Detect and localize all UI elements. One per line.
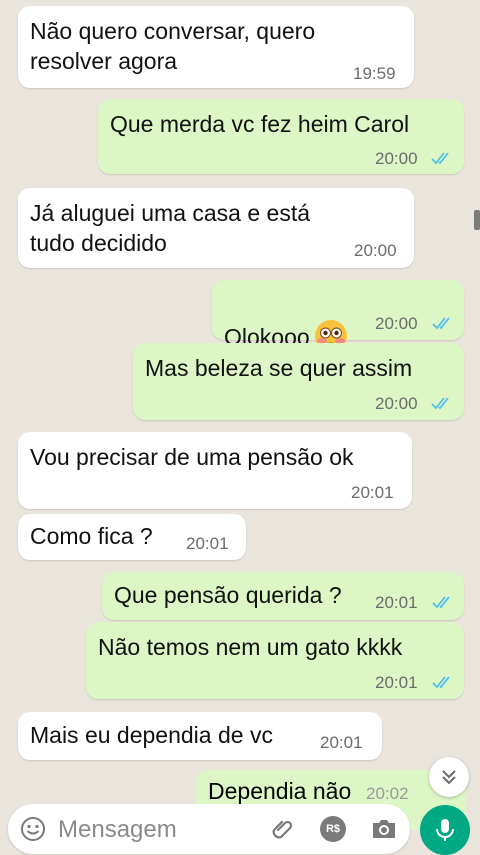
message-bubble-incoming[interactable]: Como fica ? 20:01	[18, 514, 246, 560]
message-bubble-outgoing[interactable]: Não temos nem um gato kkkk 20:01	[86, 622, 464, 699]
message-text: Que merda vc fez heim Carol	[110, 111, 410, 137]
read-ticks-icon	[432, 676, 450, 689]
emoji-icon[interactable]	[20, 816, 46, 842]
message-bubble-incoming[interactable]: Já aluguei uma casa e está tudo decidido…	[18, 188, 414, 268]
message-time: 20:01	[375, 673, 418, 692]
message-text: Como fica ?	[30, 523, 153, 549]
message-composer[interactable]: Mensagem R$	[8, 804, 410, 854]
message-bubble-outgoing[interactable]: Olokooo 20:00	[212, 280, 464, 352]
read-ticks-icon	[432, 596, 450, 609]
scroll-to-bottom-button[interactable]	[429, 757, 469, 797]
read-ticks-icon	[431, 397, 449, 410]
message-text: Mas beleza se quer assim	[145, 355, 413, 381]
message-text: Dependia não	[208, 778, 352, 804]
message-text: Não temos nem um gato kkkk	[98, 634, 403, 660]
message-text: Já aluguei uma casa e está tudo decidido	[30, 200, 311, 256]
read-ticks-icon	[431, 152, 449, 165]
mic-icon	[436, 819, 454, 841]
message-time: 20:01	[375, 593, 418, 612]
attach-icon[interactable]	[270, 816, 296, 842]
read-ticks-icon	[432, 317, 450, 330]
double-chevron-down-icon	[442, 770, 456, 785]
message-time: 20:02	[366, 784, 409, 803]
scrollbar-handle[interactable]	[474, 210, 480, 230]
message-time: 20:00	[354, 241, 397, 260]
message-time: 20:01	[186, 534, 229, 553]
message-time: 20:00	[375, 394, 418, 413]
message-time: 20:00	[375, 314, 418, 333]
message-text: Vou precisar de uma pensão ok	[30, 444, 354, 470]
payment-icon[interactable]: R$	[320, 816, 346, 842]
message-time: 19:59	[353, 64, 396, 83]
message-bubble-incoming[interactable]: Não quero conversar, quero resolver agor…	[18, 6, 414, 88]
message-bubble-incoming[interactable]: Vou precisar de uma pensão ok 20:01	[18, 432, 412, 509]
message-time: 20:01	[320, 733, 363, 752]
message-time: 20:01	[351, 483, 394, 502]
message-bubble-outgoing[interactable]: Que merda vc fez heim Carol 20:00	[98, 99, 464, 174]
message-time: 20:00	[375, 149, 418, 168]
message-text: Que pensão querida ?	[114, 582, 342, 608]
camera-icon[interactable]	[370, 816, 398, 842]
message-text: Não quero conversar, quero resolver agor…	[30, 18, 316, 74]
message-bubble-outgoing[interactable]: Que pensão querida ? 20:01	[102, 572, 464, 620]
message-bubble-outgoing[interactable]: Mas beleza se quer assim 20:00	[133, 343, 464, 420]
voice-message-button[interactable]	[420, 805, 470, 855]
message-input[interactable]: Mensagem	[58, 816, 177, 844]
message-bubble-incoming[interactable]: Mais eu dependia de vc 20:01	[18, 712, 382, 760]
message-text: Mais eu dependia de vc	[30, 722, 273, 748]
